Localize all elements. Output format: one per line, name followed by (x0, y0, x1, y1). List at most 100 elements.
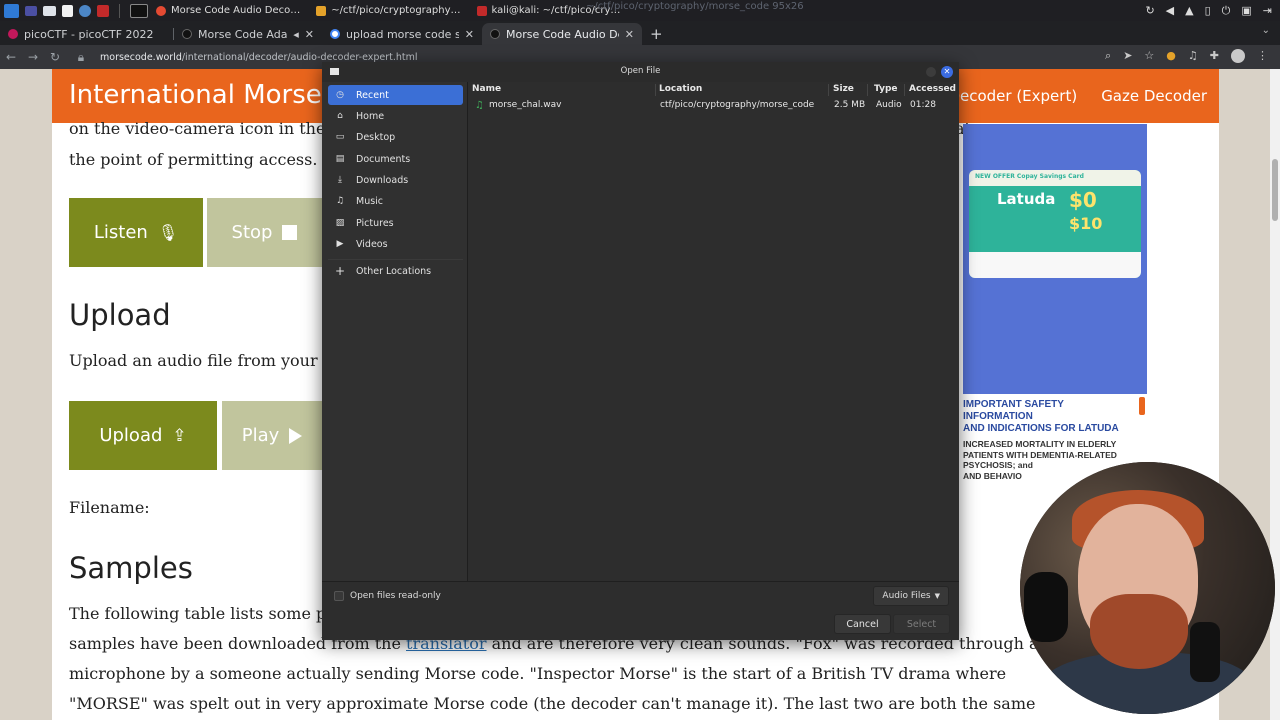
battery-icon[interactable]: ▯ (1205, 4, 1211, 17)
workspace-icon[interactable] (25, 5, 37, 16)
sidebar-item-label: Videos (356, 238, 388, 250)
lock-icon[interactable]: 🔒︎ (70, 50, 92, 65)
sidebar-item-recent[interactable]: ◷ Recent (328, 85, 463, 105)
filename-label: Filename: (69, 498, 150, 517)
tab-picoctf[interactable]: picoCTF - picoCTF 2022 (0, 23, 174, 45)
close-icon[interactable]: ✕ (625, 28, 634, 41)
toolbar-icons: ⌕ ➤ ☆ ● ♫ ✚ ⋮ (1105, 49, 1268, 63)
window-title-ghost: ~/ctf/pico/cryptography/morse_code 95x26 (586, 1, 804, 12)
select-button[interactable]: Select (893, 614, 950, 634)
dialog-titlebar[interactable]: Open File ✕ (322, 62, 959, 82)
text-editor-icon[interactable] (62, 4, 73, 17)
url-field[interactable]: morsecode.world/international/decoder/au… (100, 52, 418, 63)
tab-audio-decoder[interactable]: Morse Code Audio Decod ✕ (482, 23, 642, 45)
file-accessed: 01:28 (910, 100, 936, 110)
filter-label: Audio Files (882, 591, 931, 601)
column-header-accessed[interactable]: Accessed (909, 84, 956, 94)
extension-icon[interactable]: ● (1166, 49, 1176, 63)
checkbox[interactable] (334, 591, 344, 601)
star-icon[interactable]: ☆ (1144, 49, 1154, 63)
divider (904, 84, 905, 96)
minimize-button[interactable] (926, 67, 936, 77)
media-icon[interactable]: ♫ (1188, 49, 1198, 63)
divider (867, 84, 868, 96)
puzzle-icon[interactable]: ✚ (1210, 49, 1219, 63)
chevron-down-icon: ▼ (934, 592, 940, 600)
cancel-button[interactable]: Cancel (834, 614, 891, 634)
sidebar-item-label: Documents (356, 153, 411, 165)
tab-label: Morse Code Audio Decod (506, 27, 619, 41)
bell-icon[interactable]: ▲ (1185, 4, 1193, 17)
terminal-launcher-icon[interactable] (97, 4, 109, 17)
column-header-location[interactable]: Location (659, 84, 702, 94)
places-sidebar: ◷ Recent ⌂ Home ▭ Desktop ▤ Documents ⤓ … (322, 82, 468, 581)
picoctf-favicon (8, 29, 18, 39)
scrollbar-thumb[interactable] (1272, 159, 1278, 221)
ad-scrollbar[interactable] (1139, 397, 1145, 415)
column-header-name[interactable]: Name (472, 84, 501, 94)
share-icon[interactable]: ➤ (1123, 49, 1132, 63)
sidebar-item-videos[interactable]: ▶ Videos (328, 234, 463, 254)
sidebar-item-other-locations[interactable]: + Other Locations (328, 261, 463, 281)
sidebar-ad[interactable]: NEW OFFER Copay Savings Card Latuda $0 $… (963, 124, 1147, 394)
sidebar-item-downloads[interactable]: ⤓ Downloads (328, 170, 463, 190)
sidebar-item-documents[interactable]: ▤ Documents (328, 149, 463, 169)
webcam-overlay (1020, 462, 1275, 714)
kali-menu-icon[interactable] (4, 3, 19, 18)
samples-text-line: The following table lists some pre (69, 604, 344, 623)
logout-icon[interactable]: ⇥ (1263, 4, 1272, 17)
dialog-footer: Open files read-only Audio Files ▼ Cance… (322, 581, 959, 640)
sidebar-item-label: Recent (356, 89, 389, 101)
forward-icon[interactable]: → (22, 50, 44, 64)
taskbar-task-files[interactable]: ~/ctf/pico/cryptography… (308, 0, 468, 21)
terminal-icon (476, 5, 487, 16)
browser-launcher-icon[interactable] (79, 4, 91, 17)
lock-icon[interactable]: ▣ (1241, 4, 1251, 17)
close-icon[interactable]: ✕ (305, 28, 314, 41)
power-icon[interactable]: ⏻ (1222, 4, 1231, 18)
headset (1024, 572, 1068, 642)
tab-google-search[interactable]: upload morse code sound ✕ (322, 23, 482, 45)
clock-icon: ◷ (336, 90, 344, 100)
column-header-type[interactable]: Type (874, 84, 897, 94)
refresh-icon[interactable]: ↻ (1145, 4, 1154, 17)
listen-button[interactable]: Listen 🎙︎ (69, 198, 203, 267)
zoom-icon[interactable]: ⌕ (1105, 49, 1111, 63)
avatar[interactable] (1231, 49, 1245, 63)
sidebar-item-music[interactable]: ♫ Music (328, 191, 463, 211)
site-title[interactable]: International Morse (69, 80, 322, 110)
close-icon[interactable]: ✕ (465, 28, 474, 41)
ad-headline: AND INDICATIONS FOR LATUDA (963, 423, 1119, 434)
tab-search-icon[interactable]: ⌄ (1262, 25, 1270, 36)
upload-button[interactable]: Upload ⇪ (69, 401, 217, 470)
nav-gaze-decoder[interactable]: Gaze Decoder (1089, 69, 1219, 123)
taskbar-task-browser[interactable]: Morse Code Audio Deco… (148, 0, 308, 21)
samples-text-line: microphone by a someone actually sending… (69, 664, 1007, 683)
back-icon[interactable]: ← (0, 50, 22, 64)
file-list[interactable] (469, 98, 959, 581)
menu-icon[interactable]: ⋮ (1257, 49, 1268, 63)
column-header-size[interactable]: Size (833, 84, 854, 94)
tab-morse-adaptive[interactable]: Morse Code Adaptive / ◂ ✕ (174, 23, 322, 45)
sidebar-item-home[interactable]: ⌂ Home (328, 106, 463, 126)
file-manager-icon[interactable] (43, 5, 56, 16)
sidebar-item-label: Home (356, 110, 385, 122)
sidebar-item-desktop[interactable]: ▭ Desktop (328, 127, 463, 147)
table-row[interactable]: ♫ morse_chal.wav ctf/pico/cryptography/m… (469, 100, 959, 114)
ad-brand: Latuda (997, 190, 1056, 208)
divider (119, 3, 120, 18)
sidebar-item-pictures[interactable]: ▨ Pictures (328, 213, 463, 233)
file-type-filter[interactable]: Audio Files ▼ (873, 586, 949, 606)
tab-audio-icon[interactable]: ◂ (293, 28, 299, 41)
task-label: ~/ctf/pico/cryptography… (331, 5, 461, 16)
play-button[interactable]: Play (222, 401, 322, 470)
intro-text-line: on the video-camera icon in the ri (69, 119, 344, 138)
close-button[interactable]: ✕ (941, 66, 953, 78)
new-tab-button[interactable]: + (642, 25, 671, 45)
read-only-checkbox[interactable]: Open files read-only (334, 591, 441, 601)
terminal-window-icon[interactable] (130, 3, 148, 18)
reload-icon[interactable]: ↻ (44, 50, 66, 64)
stop-button[interactable]: Stop (207, 198, 322, 267)
volume-icon[interactable]: ◀ (1166, 4, 1174, 17)
file-name: morse_chal.wav (489, 100, 562, 110)
